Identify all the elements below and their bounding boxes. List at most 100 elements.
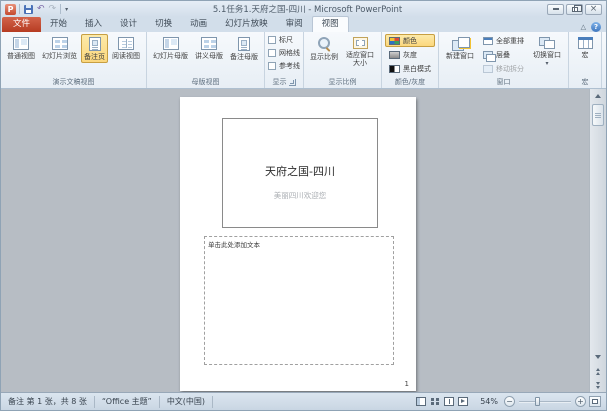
save-icon[interactable]	[24, 4, 33, 14]
notes-slide-info: 备注 第 1 张，共 8 张	[1, 395, 95, 408]
arrange-all-button[interactable]: 全部重排	[479, 34, 528, 47]
checkbox-icon	[268, 36, 276, 44]
notes-master-button[interactable]: 备注母版	[227, 34, 261, 63]
zoom-slider[interactable]	[519, 396, 571, 407]
arrange-all-icon	[483, 36, 493, 45]
scrollbar-thumb[interactable]	[592, 104, 604, 126]
ruler-checkbox[interactable]: 标尺	[268, 34, 300, 46]
tab-file[interactable]: 文件	[2, 17, 42, 32]
undo-icon[interactable]: ↶	[37, 4, 45, 14]
minimize-button[interactable]	[547, 3, 564, 15]
grayscale-button[interactable]: 灰度	[385, 48, 435, 61]
theme-name[interactable]: “Office 主题”	[95, 395, 160, 408]
reading-view-icon	[118, 37, 134, 50]
fit-window-icon	[352, 37, 368, 49]
slide-master-icon	[162, 37, 179, 50]
powerpoint-app-icon[interactable]: P	[5, 3, 16, 15]
fit-to-window-button[interactable]: 适应窗口大小	[342, 34, 378, 69]
window-controls: ×	[547, 3, 602, 15]
macros-button[interactable]: 宏	[572, 34, 598, 61]
restore-button[interactable]	[566, 3, 583, 15]
button-label: 层叠	[496, 50, 510, 59]
redo-icon[interactable]: ↷	[49, 4, 57, 14]
dialog-launcher-icon[interactable]	[288, 78, 296, 86]
tab-slideshow[interactable]: 幻灯片放映	[216, 17, 277, 32]
tab-home[interactable]: 开始	[41, 17, 76, 32]
collapse-ribbon-icon[interactable]: △	[581, 23, 586, 31]
zoom-out-button[interactable]: −	[504, 396, 515, 407]
button-label: 阅读视图	[112, 52, 140, 60]
page-number: 1	[404, 380, 409, 388]
move-split-icon	[483, 64, 493, 73]
group-presentation-views: 普通视图 幻灯片浏览 备注页 阅读视图 演示文稿视图	[1, 32, 147, 88]
ribbon-empty-space	[602, 32, 606, 88]
tab-transitions[interactable]: 切换	[146, 17, 181, 32]
move-split-button: 移动拆分	[479, 62, 528, 75]
cascade-icon	[483, 50, 496, 62]
next-slide-button[interactable]	[591, 378, 605, 392]
separator	[60, 4, 62, 14]
help-icon[interactable]: ?	[591, 22, 601, 32]
handout-master-button[interactable]: 讲义母版	[192, 34, 226, 62]
button-label: 适应窗口大小	[346, 51, 374, 68]
reading-view-button[interactable]: 阅读视图	[109, 34, 143, 62]
button-label: 新建窗口	[446, 52, 474, 60]
group-show: 标尺 网格线 参考线 显示	[265, 32, 304, 88]
arrow-down-icon	[595, 355, 601, 359]
cascade-button[interactable]: 层叠	[479, 48, 528, 62]
slide-thumbnail[interactable]: 天府之国-四川 美丽四川欢迎您	[222, 118, 378, 228]
zoom-percentage[interactable]: 54%	[474, 397, 504, 406]
color-mode-button[interactable]: 颜色	[385, 34, 435, 47]
scroll-up-button[interactable]	[591, 89, 605, 103]
group-label: 窗口	[496, 78, 511, 86]
scroll-down-button[interactable]	[591, 350, 605, 364]
tab-insert[interactable]: 插入	[76, 17, 111, 32]
button-label: 普通视图	[7, 52, 35, 60]
button-label: 显示比例	[310, 53, 338, 61]
tab-animations[interactable]: 动画	[181, 17, 216, 32]
zoom-slider-thumb[interactable]	[535, 397, 540, 406]
zoom-in-button[interactable]: +	[575, 396, 586, 407]
notes-master-icon	[238, 37, 250, 51]
button-label: 黑白模式	[403, 64, 431, 73]
close-button[interactable]: ×	[585, 3, 602, 15]
title-bar: P ↶ ↷ ▾ 5.1任务1.天府之国-四川 - Microsoft Power…	[1, 1, 606, 17]
quick-access-toolbar: ↶ ↷ ▾	[19, 4, 68, 14]
slide-master-button[interactable]: 幻灯片母版	[150, 34, 191, 62]
notes-page-button[interactable]: 备注页	[81, 34, 108, 64]
slide-sorter-button[interactable]: 幻灯片浏览	[39, 34, 80, 62]
double-arrow-up-icon	[596, 367, 600, 371]
checkbox-label: 参考线	[279, 62, 300, 70]
button-label: 切换窗口	[533, 51, 561, 59]
notes-placeholder[interactable]: 单击此处添加文本	[204, 236, 394, 365]
double-arrow-up-icon	[596, 371, 600, 375]
new-window-button[interactable]: 新建窗口	[442, 34, 478, 62]
fit-slide-to-window-button[interactable]	[589, 396, 601, 407]
reading-view-shortcut-icon[interactable]	[444, 397, 455, 406]
group-label: 颜色/灰度	[394, 78, 426, 86]
vertical-scrollbar[interactable]	[589, 89, 606, 392]
macros-icon	[577, 37, 593, 49]
black-white-button[interactable]: 黑白模式	[385, 62, 435, 75]
switch-windows-button[interactable]: 切换窗口 ▾	[529, 34, 565, 68]
language-indicator[interactable]: 中文(中国)	[160, 395, 214, 408]
tab-design[interactable]: 设计	[111, 17, 146, 32]
close-icon: ×	[589, 4, 598, 14]
minimize-icon	[552, 8, 559, 10]
tab-review[interactable]: 审阅	[277, 17, 312, 32]
normal-view-button[interactable]: 普通视图	[4, 34, 38, 62]
black-white-swatch-icon	[389, 64, 400, 73]
checkbox-icon	[268, 49, 276, 57]
slide-subtitle: 美丽四川欢迎您	[273, 191, 327, 200]
guides-checkbox[interactable]: 参考线	[268, 60, 300, 72]
zoom-button[interactable]: 显示比例	[307, 34, 341, 63]
slideshow-shortcut-icon[interactable]	[458, 397, 469, 406]
normal-view-shortcut-icon[interactable]	[416, 397, 427, 406]
slide-sorter-shortcut-icon[interactable]	[430, 397, 440, 406]
previous-slide-button[interactable]	[591, 364, 605, 378]
notes-page-icon	[88, 37, 101, 51]
tab-view[interactable]: 视图	[311, 16, 349, 32]
slide-title: 天府之国-四川	[265, 165, 335, 178]
gridlines-checkbox[interactable]: 网格线	[268, 47, 300, 59]
group-macros: 宏 宏	[569, 32, 602, 88]
